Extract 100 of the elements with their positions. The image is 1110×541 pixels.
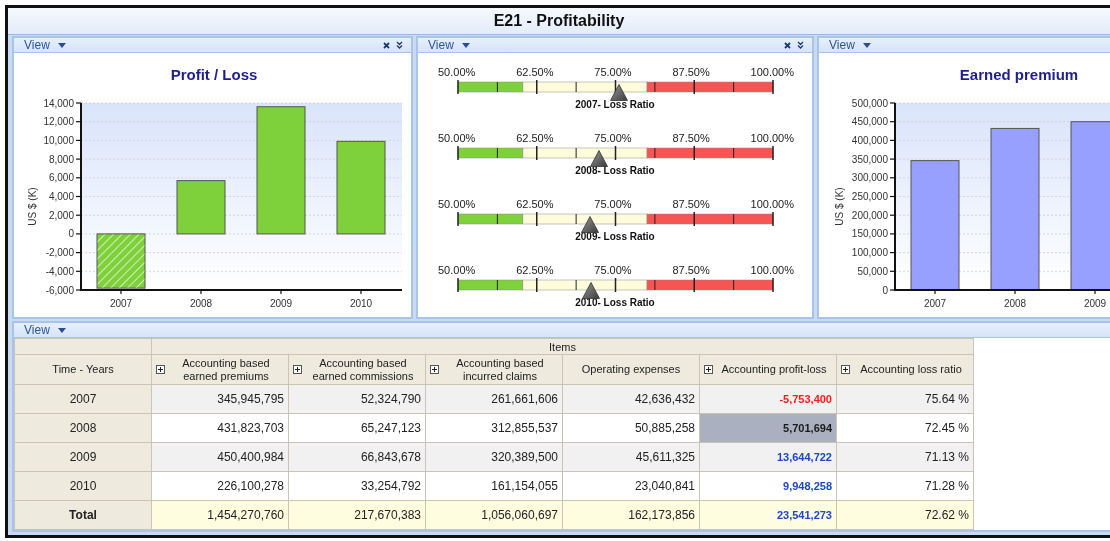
chevron-down-icon[interactable] (797, 41, 804, 49)
view-menu[interactable]: View (24, 38, 66, 52)
column-header[interactable]: Accounting loss ratio (836, 354, 974, 385)
table-cell[interactable]: 217,670,383 (288, 500, 426, 530)
table-cell[interactable]: 161,154,055 (425, 471, 563, 501)
scale-label: 50.00% (438, 198, 476, 211)
axis-title: US $ (K) (27, 187, 38, 226)
column-header[interactable]: Accounting based earned premiums (151, 354, 289, 385)
column-header[interactable]: Operating expenses (562, 354, 700, 385)
tick-label: 100,000 (851, 247, 888, 259)
scale-label: 75.00% (594, 198, 632, 211)
table-cell[interactable]: 72.62 % (836, 500, 974, 530)
table-cell[interactable]: 226,100,278 (151, 471, 289, 501)
tick-label: 500,000 (851, 97, 888, 109)
row-header[interactable]: Total (14, 500, 152, 530)
chevron-down-icon[interactable] (396, 41, 403, 49)
close-icon[interactable] (784, 41, 791, 49)
table-cell[interactable]: 9,948,258 (699, 471, 837, 501)
column-header[interactable]: Accounting based earned commissions (288, 354, 426, 385)
table-cell[interactable]: 345,945,795 (151, 384, 289, 414)
table-cell[interactable]: 71.28 % (836, 471, 974, 501)
scale-label: 100.00% (750, 132, 794, 145)
scale-label: 50.00% (438, 66, 476, 79)
table-cell[interactable]: 66,843,678 (288, 442, 426, 472)
column-header[interactable]: Time - Years (14, 354, 152, 385)
tick-label: 400,000 (851, 134, 888, 146)
view-menu[interactable]: View (829, 38, 871, 52)
tick-label: -4,000 (45, 265, 74, 277)
table-cell[interactable]: 52,324,790 (288, 384, 426, 414)
expand-icon[interactable] (430, 365, 439, 374)
scale-label: 75.00% (594, 132, 632, 145)
table-cell[interactable]: 431,823,703 (151, 413, 289, 443)
category-label: 2010 (349, 298, 373, 309)
chart-title: Earned premium (959, 66, 1079, 83)
gauge-caption: 2009- Loss Ratio (575, 231, 655, 242)
table-cell[interactable]: 65,247,123 (288, 413, 426, 443)
table-cell[interactable]: 75.64 % (836, 384, 974, 414)
row-header[interactable]: 2008 (14, 413, 152, 443)
scale-label: 62.50% (516, 132, 554, 145)
table-cell[interactable]: 33,254,792 (288, 471, 426, 501)
table-cell[interactable]: 5,701,694 (699, 413, 837, 443)
tick-label: 2,000 (48, 209, 74, 221)
table-cell[interactable]: 162,173,856 (562, 500, 700, 530)
scale-label: 100.00% (750, 198, 794, 211)
table-cell[interactable]: 261,661,606 (425, 384, 563, 414)
tick-label: 300,000 (851, 172, 888, 184)
table-cell[interactable]: 13,644,722 (699, 442, 837, 472)
tick-label: 14,000 (43, 97, 74, 109)
tick-label: -6,000 (45, 284, 74, 296)
expand-icon[interactable] (841, 365, 850, 374)
scale-label: 62.50% (516, 198, 554, 211)
view-menu[interactable]: View (24, 323, 66, 337)
expand-icon[interactable] (704, 365, 713, 374)
bar (96, 233, 146, 289)
close-icon[interactable] (383, 41, 390, 49)
caret-icon (862, 42, 871, 48)
scale-label: 87.50% (672, 264, 710, 277)
view-menu[interactable]: View (428, 38, 470, 52)
gauge-caption: 2010- Loss Ratio (575, 297, 655, 308)
scale-label: 100.00% (750, 264, 794, 277)
row-header[interactable]: 2007 (14, 384, 152, 414)
axis-title: US $ (K) (834, 187, 845, 226)
tick-label: 6,000 (48, 172, 74, 184)
table-cell[interactable]: 1,454,270,760 (151, 500, 289, 530)
table-cell[interactable]: 23,040,841 (562, 471, 700, 501)
tick-label: 10,000 (43, 134, 74, 146)
tick-label: 50,000 (857, 265, 888, 277)
gauge-caption: 2007- Loss Ratio (575, 99, 655, 110)
category-label: 2007 (923, 298, 947, 309)
expand-icon[interactable] (293, 365, 302, 374)
tick-label: -2,000 (45, 247, 74, 259)
column-header[interactable]: Accounting profit-loss (699, 354, 837, 385)
tick-label: 150,000 (851, 228, 888, 240)
row-header[interactable]: 2009 (14, 442, 152, 472)
table-cell[interactable]: 1,056,060,697 (425, 500, 563, 530)
table-cell[interactable]: 45,611,325 (562, 442, 700, 472)
table-cell[interactable]: 450,400,984 (151, 442, 289, 472)
caret-icon (57, 42, 66, 48)
expand-icon[interactable] (156, 365, 165, 374)
table-cell[interactable]: 72.45 % (836, 413, 974, 443)
table-cell[interactable]: 312,855,537 (425, 413, 563, 443)
scale-label: 62.50% (516, 66, 554, 79)
tick-label: 200,000 (851, 209, 888, 221)
tick-label: 4,000 (48, 191, 74, 202)
scale-label: 87.50% (672, 198, 710, 211)
table-cell[interactable]: 23,541,273 (699, 500, 837, 530)
category-label: 2008 (189, 298, 213, 309)
category-label: 2009 (269, 298, 293, 309)
table-cell[interactable]: 71.13 % (836, 442, 974, 472)
table-cell[interactable]: 320,389,500 (425, 442, 563, 472)
tick-label: 0 (882, 284, 888, 296)
column-header[interactable]: Accounting based incurred claims (425, 354, 563, 385)
table-cell[interactable]: 50,885,258 (562, 413, 700, 443)
category-label: 2008 (1003, 298, 1027, 309)
table-cell[interactable]: 42,636,432 (562, 384, 700, 414)
row-header[interactable]: 2010 (14, 471, 152, 501)
scale-label: 50.00% (438, 264, 476, 277)
caret-icon (57, 327, 66, 333)
chart-title: Profit / Loss (170, 66, 258, 83)
bar (176, 180, 226, 235)
